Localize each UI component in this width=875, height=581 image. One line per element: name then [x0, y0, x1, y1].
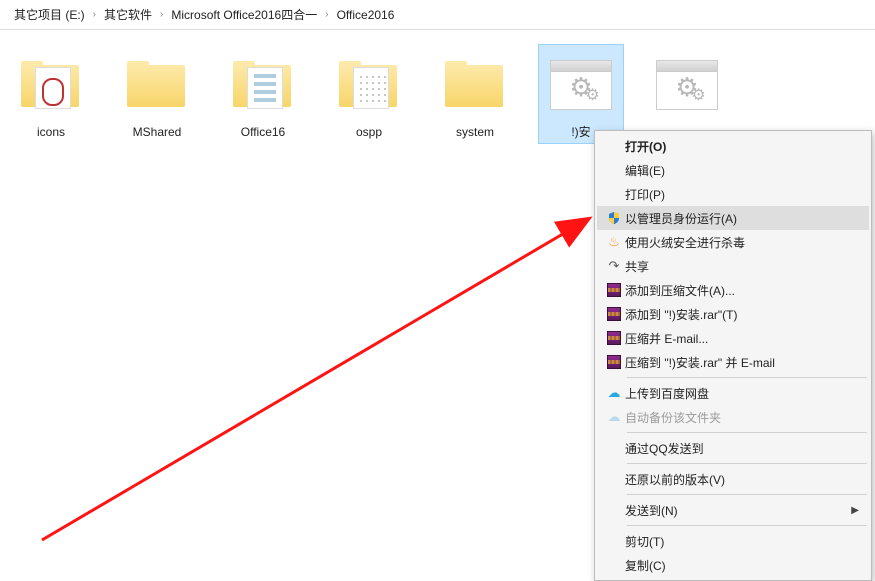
- context-menu: 打开(O) 编辑(E) 打印(P) 以管理员身份运行(A) ♨ 使用火绒安全进行…: [594, 130, 872, 581]
- menu-separator: [627, 377, 867, 378]
- menu-add-to-rar[interactable]: 添加到 "!)安装.rar"(T): [597, 302, 869, 326]
- folder-icon: [333, 49, 405, 121]
- archive-icon: [603, 283, 625, 297]
- folder-item-system[interactable]: system: [432, 44, 518, 144]
- batch-file-icon: ⚙⚙: [545, 49, 617, 121]
- submenu-arrow-icon: ▶: [851, 505, 859, 516]
- item-label: !)安: [571, 125, 590, 139]
- archive-icon: [603, 307, 625, 321]
- menu-cut[interactable]: 剪切(T): [597, 529, 869, 553]
- menu-separator: [627, 494, 867, 495]
- folder-icon: [15, 49, 87, 121]
- folder-icon: [439, 49, 511, 121]
- menu-separator: [627, 463, 867, 464]
- item-label: ospp: [356, 125, 382, 139]
- item-label: Office16: [241, 125, 285, 139]
- breadcrumb-seg-1[interactable]: 其它项目 (E:): [8, 6, 91, 23]
- breadcrumb[interactable]: 其它项目 (E:) › 其它软件 › Microsoft Office2016四…: [0, 0, 875, 30]
- cloud-upload-icon: ☁: [603, 385, 625, 401]
- item-label: MShared: [133, 125, 182, 139]
- menu-edit[interactable]: 编辑(E): [597, 158, 869, 182]
- menu-open[interactable]: 打开(O): [597, 134, 869, 158]
- folder-item-icons[interactable]: icons: [8, 44, 94, 144]
- menu-copy[interactable]: 复制(C): [597, 553, 869, 577]
- chevron-right-icon: ›: [158, 9, 165, 20]
- menu-separator: [627, 432, 867, 433]
- share-icon: ↷: [603, 258, 625, 274]
- file-item-bat-2[interactable]: ⚙⚙: [644, 44, 730, 130]
- chevron-right-icon: ›: [91, 9, 98, 20]
- cloud-backup-icon: ☁: [603, 409, 625, 425]
- breadcrumb-seg-2[interactable]: 其它软件: [98, 6, 158, 23]
- batch-file-icon: ⚙⚙: [651, 49, 723, 121]
- archive-icon: [603, 331, 625, 345]
- item-label: system: [456, 125, 494, 139]
- menu-compress-rar-email[interactable]: 压缩到 "!)安装.rar" 并 E-mail: [597, 350, 869, 374]
- flame-icon: ♨: [603, 234, 625, 250]
- menu-print[interactable]: 打印(P): [597, 182, 869, 206]
- menu-upload-baidu[interactable]: ☁ 上传到百度网盘: [597, 381, 869, 405]
- folder-icon: [227, 49, 299, 121]
- item-label: icons: [37, 125, 65, 139]
- folder-icon: [121, 49, 193, 121]
- breadcrumb-seg-3[interactable]: Microsoft Office2016四合一: [165, 6, 323, 23]
- shield-icon: [603, 211, 625, 225]
- menu-run-as-admin[interactable]: 以管理员身份运行(A): [597, 206, 869, 230]
- menu-separator: [627, 525, 867, 526]
- menu-qq-send[interactable]: 通过QQ发送到: [597, 436, 869, 460]
- archive-icon: [603, 355, 625, 369]
- menu-restore-versions[interactable]: 还原以前的版本(V): [597, 467, 869, 491]
- menu-send-to[interactable]: 发送到(N) ▶: [597, 498, 869, 522]
- menu-auto-backup[interactable]: ☁ 自动备份该文件夹: [597, 405, 869, 429]
- breadcrumb-seg-4[interactable]: Office2016: [331, 8, 401, 22]
- menu-add-to-archive[interactable]: 添加到压缩文件(A)...: [597, 278, 869, 302]
- folder-item-mshared[interactable]: MShared: [114, 44, 200, 144]
- folder-item-ospp[interactable]: ospp: [326, 44, 412, 144]
- chevron-right-icon: ›: [323, 9, 330, 20]
- menu-share[interactable]: ↷ 共享: [597, 254, 869, 278]
- menu-huorong-scan[interactable]: ♨ 使用火绒安全进行杀毒: [597, 230, 869, 254]
- menu-compress-email[interactable]: 压缩并 E-mail...: [597, 326, 869, 350]
- folder-item-office16[interactable]: Office16: [220, 44, 306, 144]
